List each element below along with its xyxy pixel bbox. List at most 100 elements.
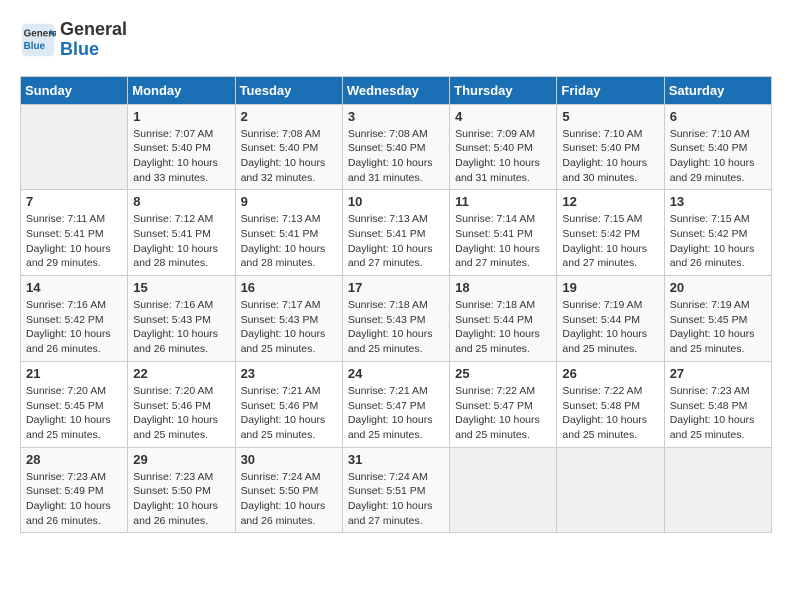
day-info: Sunrise: 7:18 AM Sunset: 5:44 PM Dayligh… (455, 298, 551, 357)
day-info: Sunrise: 7:21 AM Sunset: 5:46 PM Dayligh… (241, 384, 337, 443)
page-header: General Blue General Blue (20, 20, 772, 60)
day-number: 9 (241, 194, 337, 209)
day-number: 26 (562, 366, 658, 381)
day-info: Sunrise: 7:07 AM Sunset: 5:40 PM Dayligh… (133, 127, 229, 186)
calendar-week-5: 28 Sunrise: 7:23 AM Sunset: 5:49 PM Dayli… (21, 447, 772, 533)
day-number: 4 (455, 109, 551, 124)
day-info: Sunrise: 7:21 AM Sunset: 5:47 PM Dayligh… (348, 384, 444, 443)
calendar-cell: 28 Sunrise: 7:23 AM Sunset: 5:49 PM Dayli… (21, 447, 128, 533)
calendar-cell: 11 Sunrise: 7:14 AM Sunset: 5:41 PM Dayli… (450, 190, 557, 276)
day-info: Sunrise: 7:11 AM Sunset: 5:41 PM Dayligh… (26, 212, 122, 271)
day-number: 21 (26, 366, 122, 381)
day-info: Sunrise: 7:15 AM Sunset: 5:42 PM Dayligh… (670, 212, 766, 271)
day-info: Sunrise: 7:20 AM Sunset: 5:45 PM Dayligh… (26, 384, 122, 443)
calendar-cell: 13Sunrise: 7:15 AM Sunset: 5:42 PM Dayli… (664, 190, 771, 276)
calendar-cell: 27 Sunrise: 7:23 AM Sunset: 5:48 PM Dayli… (664, 361, 771, 447)
day-number: 15 (133, 280, 229, 295)
calendar-cell: 31 Sunrise: 7:24 AM Sunset: 5:51 PM Dayli… (342, 447, 449, 533)
day-number: 11 (455, 194, 551, 209)
calendar-cell: 12 Sunrise: 7:15 AM Sunset: 5:42 PM Dayli… (557, 190, 664, 276)
calendar-cell (21, 104, 128, 190)
calendar-cell: 29 Sunrise: 7:23 AM Sunset: 5:50 PM Dayli… (128, 447, 235, 533)
day-info: Sunrise: 7:19 AM Sunset: 5:44 PM Dayligh… (562, 298, 658, 357)
day-info: Sunrise: 7:23 AM Sunset: 5:50 PM Dayligh… (133, 470, 229, 529)
calendar-cell: 3Sunrise: 7:08 AM Sunset: 5:40 PM Daylig… (342, 104, 449, 190)
day-info: Sunrise: 7:08 AM Sunset: 5:40 PM Dayligh… (241, 127, 337, 186)
day-number: 6 (670, 109, 766, 124)
day-number: 2 (241, 109, 337, 124)
day-info: Sunrise: 7:10 AM Sunset: 5:40 PM Dayligh… (670, 127, 766, 186)
day-header-friday: Friday (557, 76, 664, 104)
calendar-cell: 17 Sunrise: 7:18 AM Sunset: 5:43 PM Dayli… (342, 276, 449, 362)
day-number: 28 (26, 452, 122, 467)
day-number: 10 (348, 194, 444, 209)
day-info: Sunrise: 7:19 AM Sunset: 5:45 PM Dayligh… (670, 298, 766, 357)
calendar-header-row: SundayMondayTuesdayWednesdayThursdayFrid… (21, 76, 772, 104)
day-number: 23 (241, 366, 337, 381)
day-header-saturday: Saturday (664, 76, 771, 104)
day-number: 24 (348, 366, 444, 381)
day-number: 14 (26, 280, 122, 295)
day-info: Sunrise: 7:17 AM Sunset: 5:43 PM Dayligh… (241, 298, 337, 357)
calendar-cell: 25 Sunrise: 7:22 AM Sunset: 5:47 PM Dayli… (450, 361, 557, 447)
calendar-cell (450, 447, 557, 533)
day-info: Sunrise: 7:09 AM Sunset: 5:40 PM Dayligh… (455, 127, 551, 186)
calendar-cell: 26Sunrise: 7:22 AM Sunset: 5:48 PM Dayli… (557, 361, 664, 447)
day-number: 30 (241, 452, 337, 467)
day-info: Sunrise: 7:23 AM Sunset: 5:49 PM Dayligh… (26, 470, 122, 529)
calendar-cell: 23 Sunrise: 7:21 AM Sunset: 5:46 PM Dayli… (235, 361, 342, 447)
day-number: 20 (670, 280, 766, 295)
day-header-wednesday: Wednesday (342, 76, 449, 104)
svg-text:Blue: Blue (24, 41, 46, 52)
day-info: Sunrise: 7:23 AM Sunset: 5:48 PM Dayligh… (670, 384, 766, 443)
calendar-cell: 10 Sunrise: 7:13 AM Sunset: 5:41 PM Dayli… (342, 190, 449, 276)
day-header-sunday: Sunday (21, 76, 128, 104)
day-number: 19 (562, 280, 658, 295)
day-info: Sunrise: 7:18 AM Sunset: 5:43 PM Dayligh… (348, 298, 444, 357)
day-info: Sunrise: 7:12 AM Sunset: 5:41 PM Dayligh… (133, 212, 229, 271)
calendar-cell: 14 Sunrise: 7:16 AM Sunset: 5:42 PM Dayli… (21, 276, 128, 362)
day-number: 31 (348, 452, 444, 467)
calendar-week-1: 1Sunrise: 7:07 AM Sunset: 5:40 PM Daylig… (21, 104, 772, 190)
day-info: Sunrise: 7:22 AM Sunset: 5:47 PM Dayligh… (455, 384, 551, 443)
day-header-monday: Monday (128, 76, 235, 104)
calendar-cell: 21 Sunrise: 7:20 AM Sunset: 5:45 PM Dayli… (21, 361, 128, 447)
logo-icon: General Blue (20, 22, 56, 58)
day-info: Sunrise: 7:24 AM Sunset: 5:51 PM Dayligh… (348, 470, 444, 529)
calendar-cell: 8 Sunrise: 7:12 AM Sunset: 5:41 PM Daylig… (128, 190, 235, 276)
day-info: Sunrise: 7:14 AM Sunset: 5:41 PM Dayligh… (455, 212, 551, 271)
day-number: 16 (241, 280, 337, 295)
calendar-week-2: 7 Sunrise: 7:11 AM Sunset: 5:41 PM Daylig… (21, 190, 772, 276)
calendar-cell: 6 Sunrise: 7:10 AM Sunset: 5:40 PM Daylig… (664, 104, 771, 190)
calendar-cell: 4 Sunrise: 7:09 AM Sunset: 5:40 PM Daylig… (450, 104, 557, 190)
calendar-week-4: 21 Sunrise: 7:20 AM Sunset: 5:45 PM Dayli… (21, 361, 772, 447)
calendar-cell: 22Sunrise: 7:20 AM Sunset: 5:46 PM Dayli… (128, 361, 235, 447)
day-info: Sunrise: 7:13 AM Sunset: 5:41 PM Dayligh… (241, 212, 337, 271)
calendar-cell: 19 Sunrise: 7:19 AM Sunset: 5:44 PM Dayli… (557, 276, 664, 362)
logo-text: General Blue (60, 20, 127, 60)
calendar-cell: 5Sunrise: 7:10 AM Sunset: 5:40 PM Daylig… (557, 104, 664, 190)
day-number: 12 (562, 194, 658, 209)
calendar-table: SundayMondayTuesdayWednesdayThursdayFrid… (20, 76, 772, 534)
day-info: Sunrise: 7:13 AM Sunset: 5:41 PM Dayligh… (348, 212, 444, 271)
day-info: Sunrise: 7:20 AM Sunset: 5:46 PM Dayligh… (133, 384, 229, 443)
calendar-cell (664, 447, 771, 533)
day-number: 25 (455, 366, 551, 381)
calendar-cell: 30Sunrise: 7:24 AM Sunset: 5:50 PM Dayli… (235, 447, 342, 533)
calendar-cell: 15 Sunrise: 7:16 AM Sunset: 5:43 PM Dayli… (128, 276, 235, 362)
day-info: Sunrise: 7:15 AM Sunset: 5:42 PM Dayligh… (562, 212, 658, 271)
day-number: 29 (133, 452, 229, 467)
day-header-thursday: Thursday (450, 76, 557, 104)
day-number: 7 (26, 194, 122, 209)
day-number: 17 (348, 280, 444, 295)
calendar-cell: 7 Sunrise: 7:11 AM Sunset: 5:41 PM Daylig… (21, 190, 128, 276)
calendar-cell: 16 Sunrise: 7:17 AM Sunset: 5:43 PM Dayli… (235, 276, 342, 362)
logo: General Blue General Blue (20, 20, 127, 60)
calendar-cell: 18Sunrise: 7:18 AM Sunset: 5:44 PM Dayli… (450, 276, 557, 362)
day-header-tuesday: Tuesday (235, 76, 342, 104)
day-number: 8 (133, 194, 229, 209)
day-number: 27 (670, 366, 766, 381)
calendar-cell: 24 Sunrise: 7:21 AM Sunset: 5:47 PM Dayli… (342, 361, 449, 447)
day-info: Sunrise: 7:16 AM Sunset: 5:42 PM Dayligh… (26, 298, 122, 357)
day-info: Sunrise: 7:16 AM Sunset: 5:43 PM Dayligh… (133, 298, 229, 357)
